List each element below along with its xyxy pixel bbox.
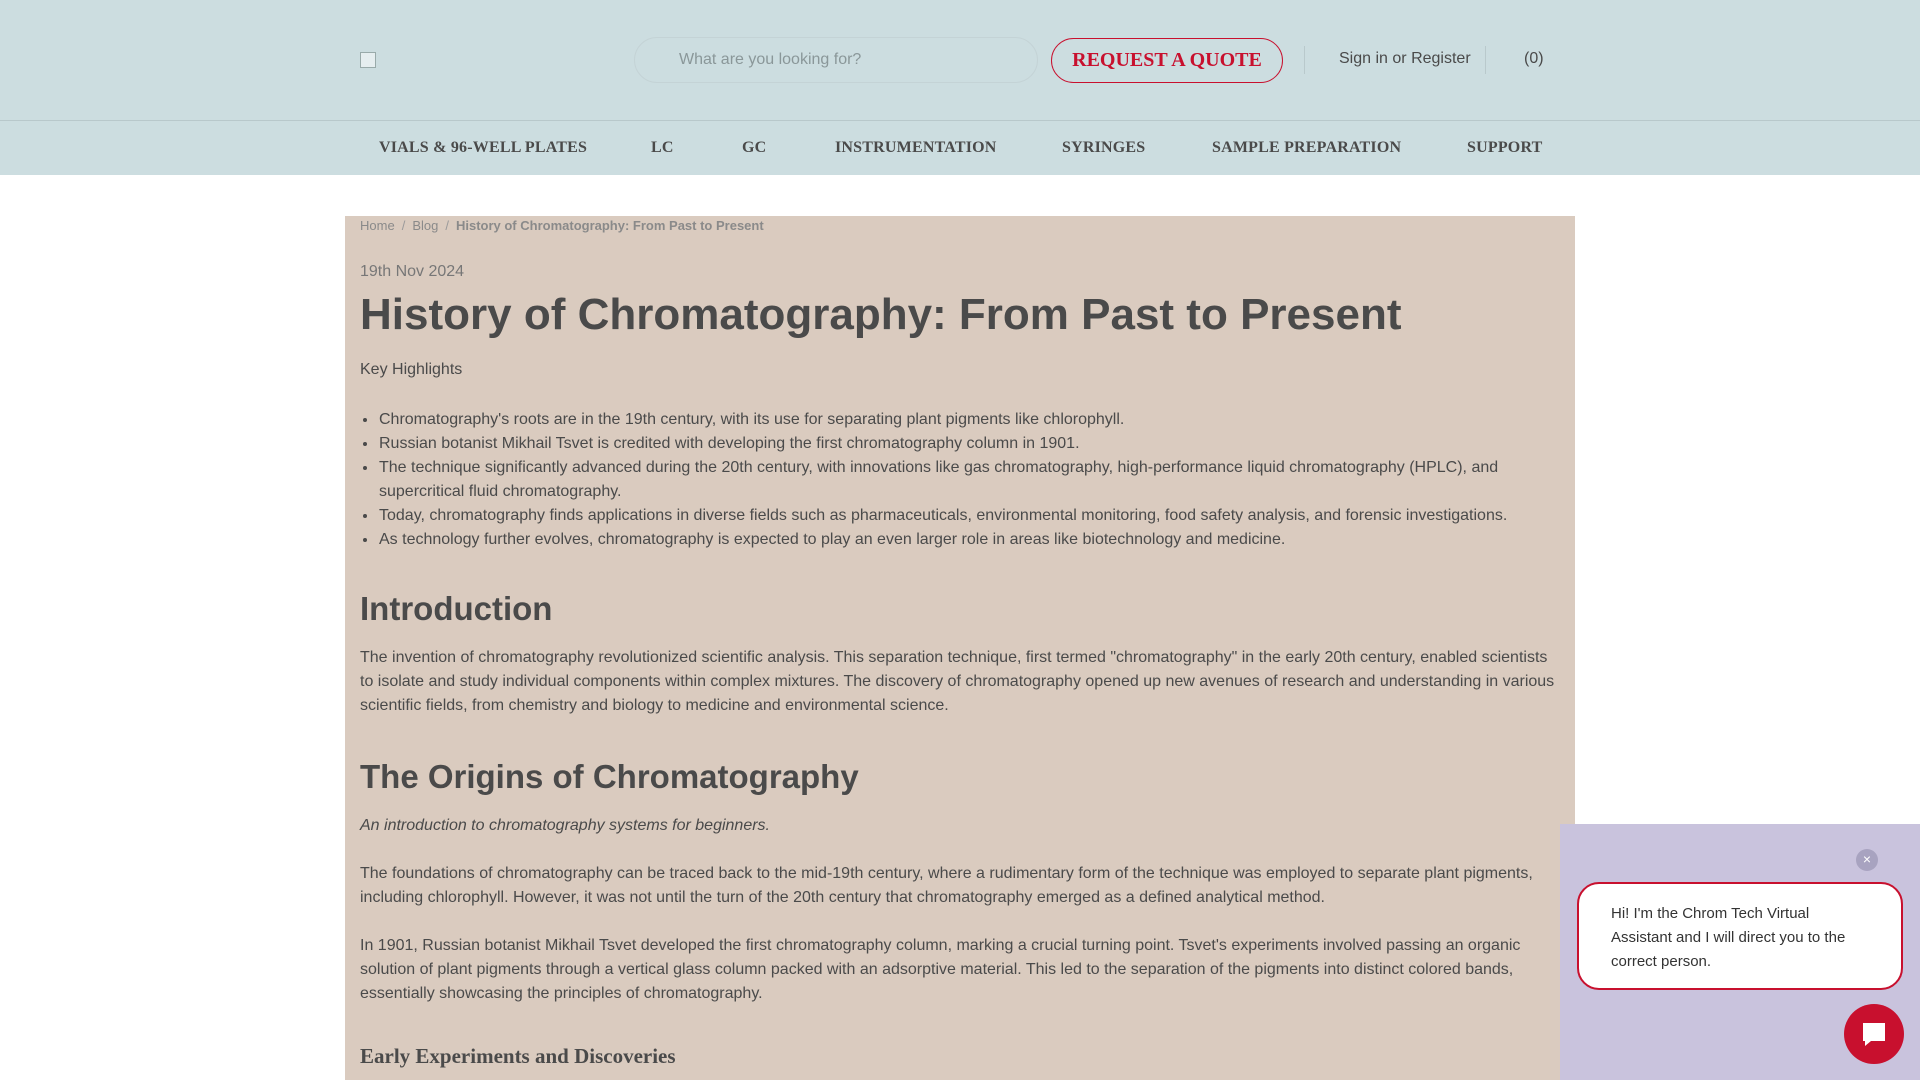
origins-caption: An introduction to chromatography system…	[360, 817, 770, 834]
header-divider	[1304, 46, 1305, 74]
sign-in-link[interactable]: Sign in	[1339, 50, 1388, 67]
list-item: The technique significantly advanced dur…	[378, 456, 1558, 504]
register-link[interactable]: Register	[1411, 50, 1471, 67]
introduction-heading: Introduction	[360, 590, 553, 627]
breadcrumb-separator: /	[401, 218, 406, 233]
breadcrumb-current: History of Chromatography: From Past to …	[455, 218, 764, 233]
nav-item-sample-preparation[interactable]: SAMPLE PREPARATION	[1212, 139, 1401, 157]
list-item: Chromatography's roots are in the 19th c…	[378, 408, 1558, 432]
origins-paragraph-1: The foundations of chromatography can be…	[360, 865, 1533, 906]
breadcrumb-separator: /	[445, 218, 449, 233]
chat-launcher-button[interactable]	[1844, 1004, 1904, 1064]
breadcrumb-home[interactable]: Home	[360, 218, 395, 233]
origins-heading: The Origins of Chromatography	[360, 758, 859, 795]
or-text: or	[1392, 50, 1407, 67]
list-item: Russian botanist Mikhail Tsvet is credit…	[378, 432, 1558, 456]
header-divider	[1485, 46, 1486, 74]
search-box	[634, 37, 1038, 83]
introduction-paragraph: The invention of chromatography revoluti…	[360, 649, 1555, 714]
nav-item-vials[interactable]: VIALS & 96-WELL PLATES	[379, 139, 587, 157]
highlights-list: Chromatography's roots are in the 19th c…	[378, 408, 1558, 552]
nav-item-syringes[interactable]: SYRINGES	[1062, 139, 1145, 157]
key-highlights-label: Key Highlights	[360, 361, 463, 378]
article-date: 19th Nov 2024	[360, 263, 465, 280]
account-links: Sign in or Register	[1339, 50, 1471, 68]
search-input[interactable]	[679, 48, 1019, 72]
origins-paragraph-2: In 1901, Russian botanist Mikhail Tsvet …	[360, 937, 1521, 1002]
early-experiments-heading: Early Experiments and Discoveries	[360, 1044, 676, 1068]
nav-item-support[interactable]: SUPPORT	[1467, 139, 1543, 157]
nav-item-lc[interactable]: LC	[651, 139, 674, 157]
header: REQUEST A QUOTE Sign in or Register (0)	[0, 0, 1920, 120]
main-nav: VIALS & 96-WELL PLATES LC GC INSTRUMENTA…	[0, 120, 1920, 175]
close-icon[interactable]: ×	[1856, 849, 1878, 871]
page-title: History of Chromatography: From Past to …	[360, 290, 1402, 339]
nav-item-instrumentation[interactable]: INSTRUMENTATION	[835, 139, 997, 157]
request-quote-button[interactable]: REQUEST A QUOTE	[1051, 38, 1283, 83]
breadcrumb: Home / Blog / History of Chromatography: Fro…	[360, 218, 764, 233]
chat-icon	[1863, 1023, 1885, 1046]
cart-count[interactable]: (0)	[1524, 50, 1544, 68]
list-item: As technology further evolves, chromatog…	[378, 528, 1558, 552]
article-content: Home / Blog / History of Chromatography: Fro…	[345, 216, 1575, 1080]
logo-image[interactable]	[360, 52, 376, 68]
chat-greeting-bubble[interactable]: Hi! I'm the Chrom Tech Virtual Assistant…	[1577, 882, 1903, 990]
breadcrumb-blog[interactable]: Blog	[412, 218, 438, 233]
nav-item-gc[interactable]: GC	[742, 139, 766, 157]
list-item: Today, chromatography finds applications…	[378, 504, 1558, 528]
